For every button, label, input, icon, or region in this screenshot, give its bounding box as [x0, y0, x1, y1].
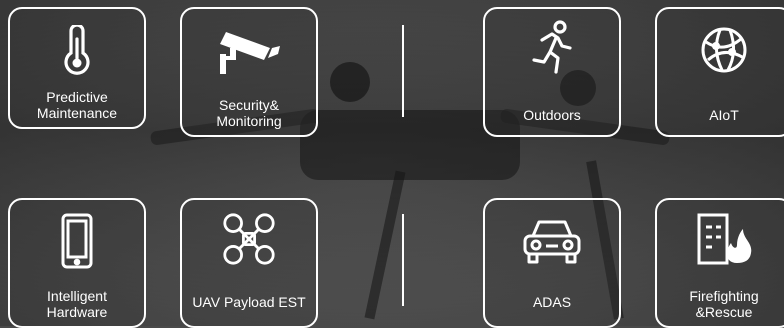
- drone-icon: [222, 212, 276, 266]
- tile-label: ADAS: [532, 294, 572, 310]
- tile-security-monitoring[interactable]: Security& Monitoring: [180, 7, 318, 137]
- tile-label: Firefighting &Rescue: [689, 288, 759, 320]
- security-camera-icon: [214, 21, 284, 75]
- car-icon: [520, 214, 584, 268]
- tile-adas[interactable]: ADAS: [483, 198, 621, 328]
- building-fire-icon: [692, 212, 756, 266]
- smartphone-icon: [50, 213, 104, 269]
- tile-label: Predictive Maintenance: [36, 89, 118, 121]
- thermometer-icon: [50, 23, 104, 77]
- tile-label: AIoT: [709, 107, 739, 123]
- divider-top: [402, 25, 404, 117]
- running-person-icon: [525, 20, 579, 75]
- globe-network-icon: [697, 23, 751, 77]
- tile-outdoors[interactable]: Outdoors: [483, 7, 621, 137]
- tile-uav-payload-est[interactable]: UAV Payload EST: [180, 198, 318, 328]
- tile-label: Intelligent Hardware: [46, 288, 108, 320]
- tile-label: Outdoors: [523, 107, 581, 123]
- divider-bottom: [402, 214, 404, 306]
- tile-intelligent-hardware[interactable]: Intelligent Hardware: [8, 198, 146, 328]
- tile-aiot[interactable]: AIoT: [655, 7, 784, 137]
- tile-firefighting-rescue[interactable]: Firefighting &Rescue: [655, 198, 784, 328]
- tile-label: Security& Monitoring: [216, 97, 282, 129]
- tile-label: UAV Payload EST: [192, 294, 306, 310]
- tile-predictive-maintenance[interactable]: Predictive Maintenance: [8, 7, 146, 129]
